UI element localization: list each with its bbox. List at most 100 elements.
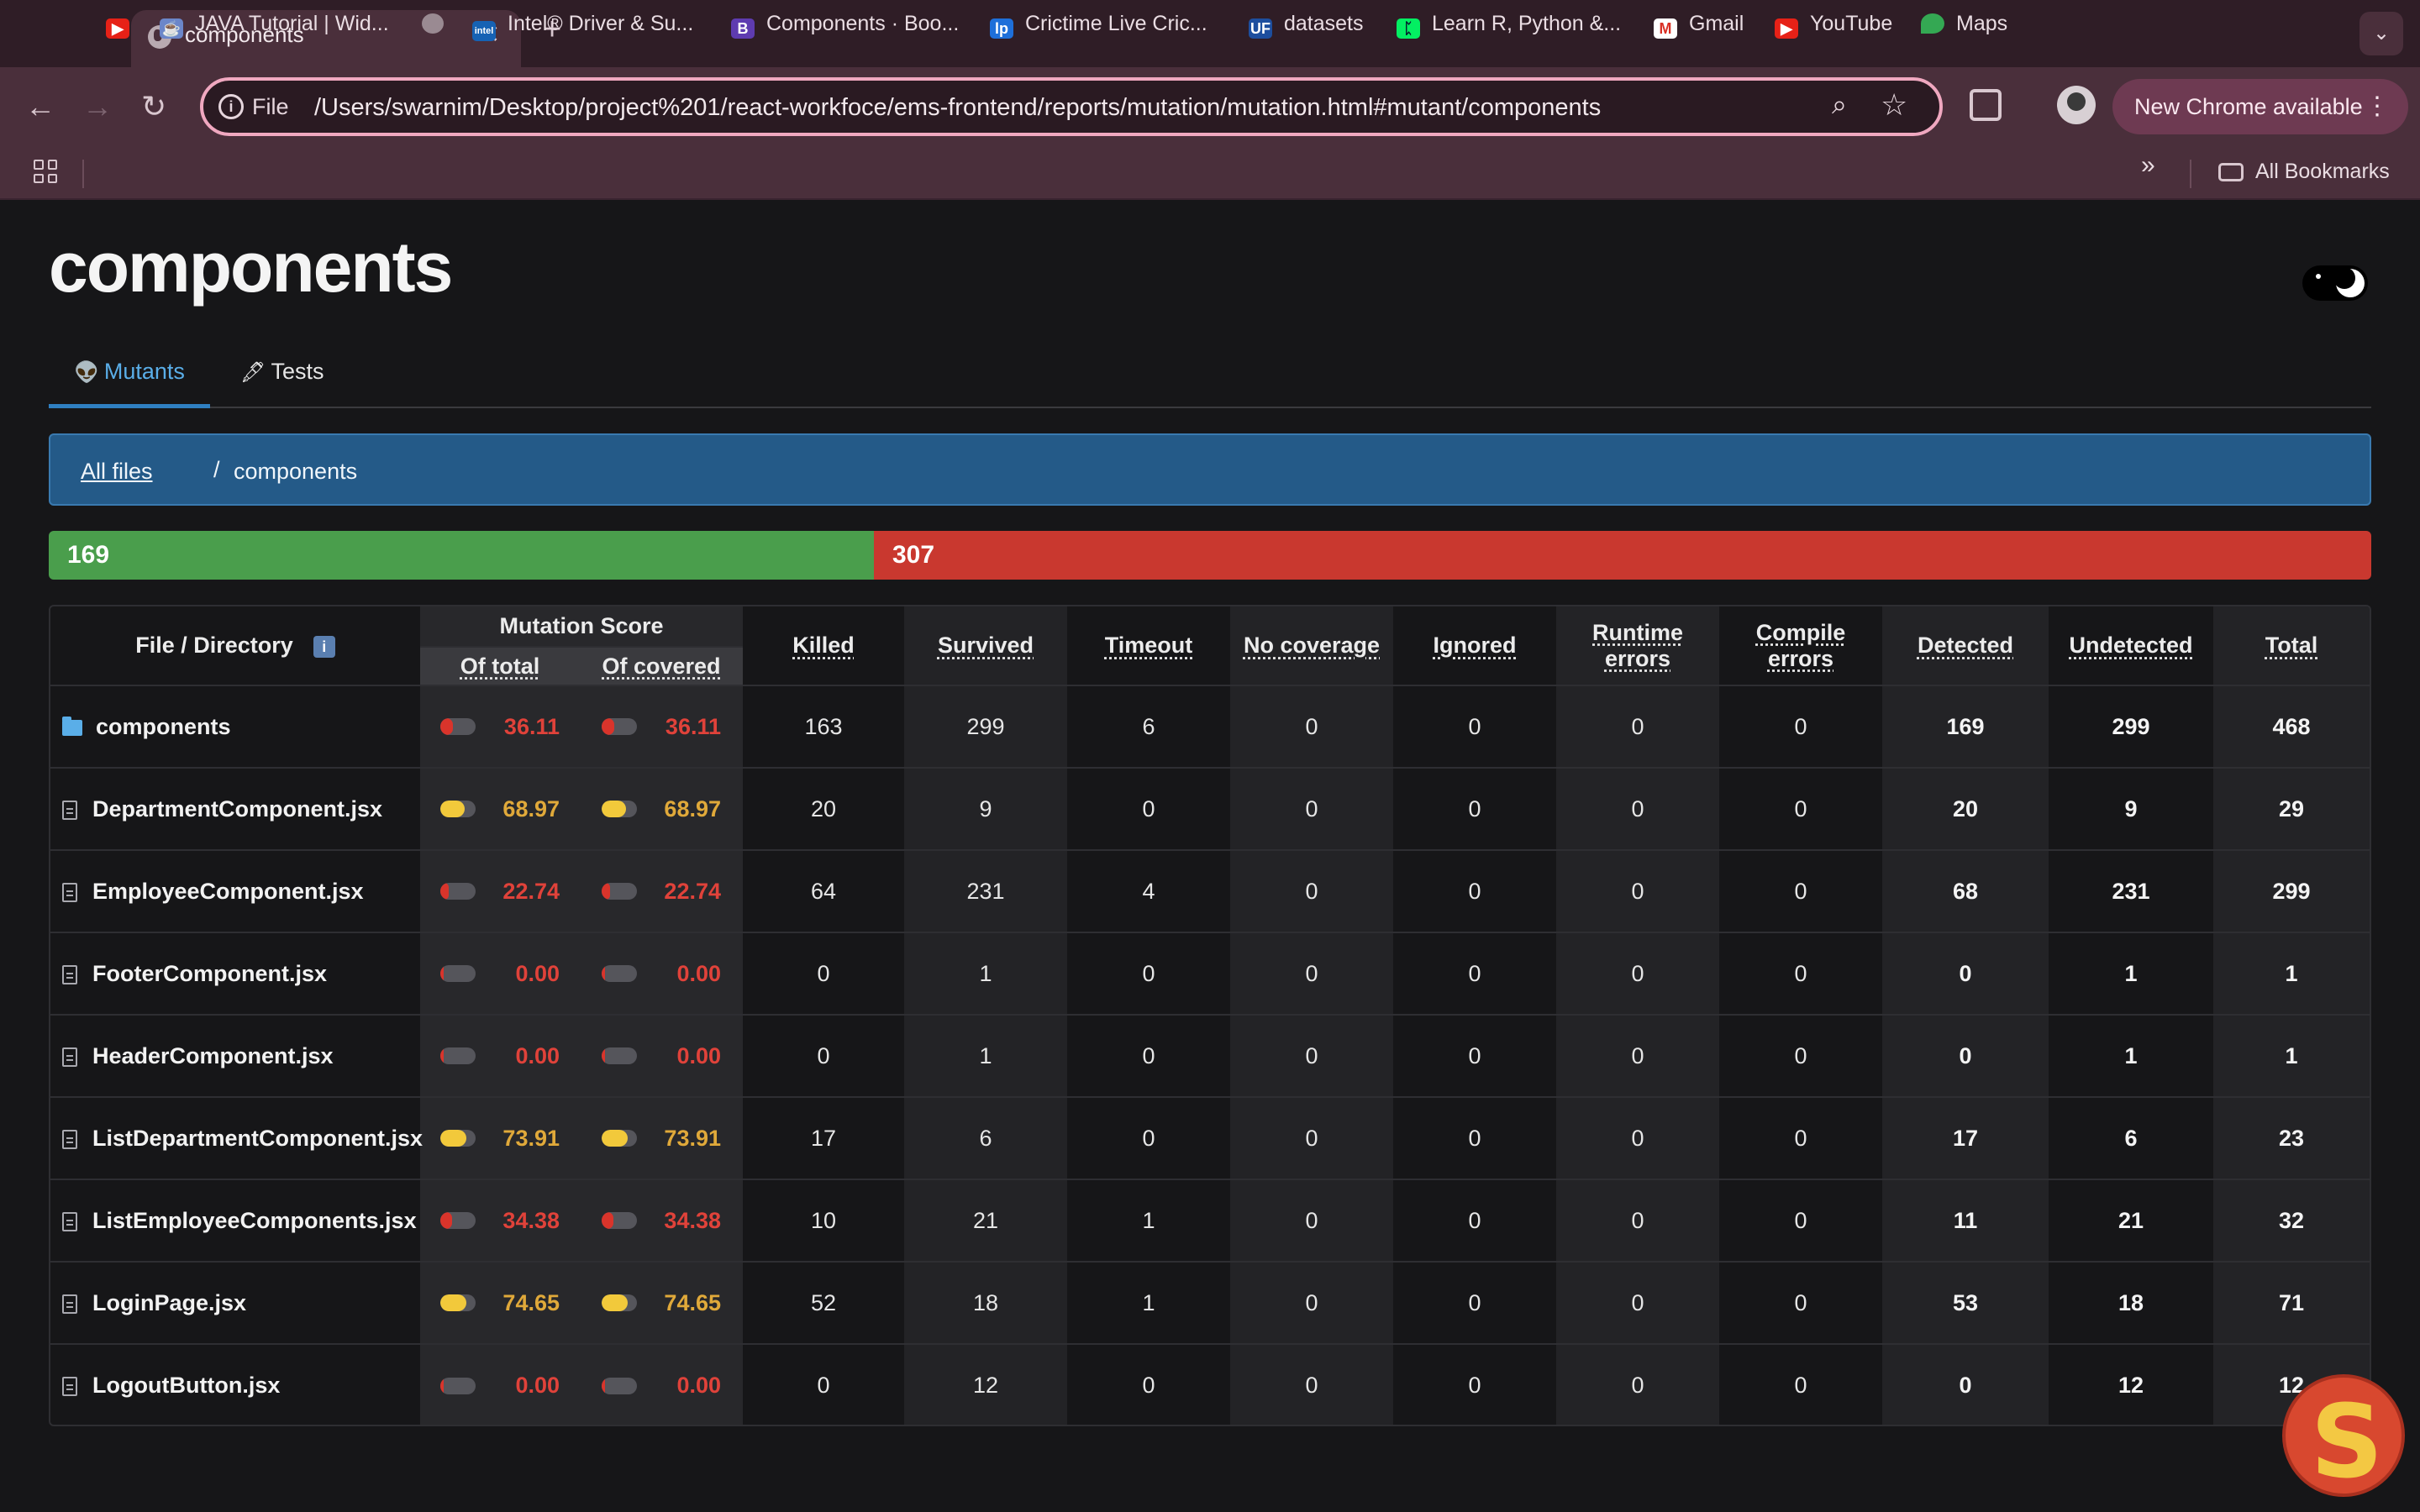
bookmark-datacamp[interactable]: ᛈ Learn R, Python &...: [1397, 12, 1621, 39]
site-info-icon[interactable]: i: [218, 94, 244, 119]
score-indicator: [440, 1377, 476, 1394]
file-icon: [62, 1047, 77, 1067]
file-name-cell[interactable]: components: [50, 685, 420, 769]
header-ignored[interactable]: Ignored: [1393, 606, 1557, 686]
bookmark-label: JAVA Tutorial | Wid...: [195, 12, 389, 35]
apps-grid-icon[interactable]: [34, 160, 57, 183]
file-name-cell[interactable]: LogoutButton.jsx: [50, 1344, 420, 1425]
url-text[interactable]: /Users/swarnim/Desktop/project%201/react…: [314, 94, 1601, 122]
maps-icon: [1921, 13, 1944, 34]
file-link[interactable]: EmployeeComponent.jsx: [92, 879, 364, 904]
file-name-cell[interactable]: ListEmployeeComponents.jsx: [50, 1179, 420, 1263]
undetected-segment: 307: [874, 531, 2371, 580]
bookmark-globe[interactable]: [422, 12, 455, 36]
breadcrumb: All files / components: [49, 433, 2371, 506]
tab-search-button[interactable]: ⌄: [2360, 12, 2403, 55]
file-name-cell[interactable]: HeaderComponent.jsx: [50, 1015, 420, 1098]
bookmark-java-tutorial[interactable]: ☕ JAVA Tutorial | Wid...: [160, 12, 389, 39]
cell-compile: 0: [1719, 850, 1883, 933]
cell-runtime: 0: [1556, 1015, 1720, 1098]
profile-avatar[interactable]: [2057, 86, 2096, 124]
header-survived[interactable]: Survived: [904, 606, 1068, 686]
zoom-icon[interactable]: ⌕: [1832, 89, 1847, 121]
score-of-total-cell: 74.65: [420, 1262, 580, 1345]
header-killed[interactable]: Killed: [743, 606, 905, 686]
header-of-total[interactable]: Of total: [420, 647, 580, 686]
file-name-cell[interactable]: LoginPage.jsx: [50, 1262, 420, 1345]
breadcrumb-all-files[interactable]: All files: [81, 459, 153, 485]
header-of-total-label: Of total: [460, 653, 540, 679]
new-chrome-button[interactable]: New Chrome available ⋮: [2112, 79, 2408, 134]
floating-s-badge[interactable]: S: [2282, 1374, 2405, 1497]
score-of-covered-cell: 68.97: [580, 768, 744, 851]
bookmark-datasets[interactable]: UF datasets: [1249, 12, 1364, 39]
page-title: components: [49, 228, 453, 307]
file-icon: [62, 964, 77, 984]
reload-button[interactable]: ↻: [141, 89, 166, 124]
cell-runtime: 0: [1556, 1179, 1720, 1263]
more-bookmarks-icon[interactable]: »: [2141, 151, 2155, 180]
cell-no-coverage: 0: [1230, 685, 1394, 769]
header-total[interactable]: Total: [2213, 606, 2370, 686]
file-link[interactable]: FooterComponent.jsx: [92, 961, 327, 986]
header-no-coverage[interactable]: No coverage: [1230, 606, 1394, 686]
cell-compile: 0: [1794, 1373, 1807, 1398]
file-link[interactable]: HeaderComponent.jsx: [92, 1043, 334, 1068]
back-button[interactable]: ←: [25, 89, 55, 124]
tab-mutants[interactable]: 👽 Mutants: [49, 353, 210, 408]
header-detected-label: Detected: [1917, 633, 2014, 658]
header-timeout[interactable]: Timeout: [1067, 606, 1231, 686]
bookmark-youtube-shortcut[interactable]: ▶: [106, 12, 141, 39]
bookmark-label: YouTube: [1810, 12, 1893, 35]
browser-toolbar: ← → ↻ i File /Users/swarnim/Desktop/proj…: [0, 67, 2420, 148]
score-of-total: 0.00: [515, 1042, 560, 1068]
kebab-menu-icon[interactable]: ⋮: [2365, 79, 2390, 134]
cell-ignored: 0: [1393, 932, 1557, 1016]
file-name-cell[interactable]: EmployeeComponent.jsx: [50, 850, 420, 933]
header-of-covered[interactable]: Of covered: [580, 647, 744, 686]
cell-killed: 64: [743, 850, 905, 933]
cell-survived: 1: [904, 1015, 1068, 1098]
score-of-total-cell: 0.00: [420, 1015, 580, 1098]
file-link[interactable]: components: [96, 714, 231, 739]
bookmarks-divider: [82, 160, 84, 188]
bookmark-intel-driver[interactable]: intel Intel® Driver & Su...: [472, 12, 693, 41]
tab-tests[interactable]: 🖋 Tests: [215, 353, 350, 408]
cell-runtime: 0: [1556, 1262, 1720, 1345]
file-link[interactable]: ListDepartmentComponent.jsx: [92, 1126, 423, 1151]
file-link[interactable]: ListEmployeeComponents.jsx: [92, 1208, 417, 1233]
uf-icon: UF: [1249, 18, 1272, 39]
bookmark-bootstrap-components[interactable]: B Components · Boo...: [731, 12, 959, 39]
score-indicator: [602, 1130, 637, 1147]
header-file-directory[interactable]: File / Directory i: [50, 606, 420, 686]
file-name-cell[interactable]: FooterComponent.jsx: [50, 932, 420, 1016]
java-icon: ☕: [160, 18, 183, 39]
header-detected[interactable]: Detected: [1882, 606, 2049, 686]
file-link[interactable]: LogoutButton.jsx: [92, 1373, 280, 1398]
info-icon[interactable]: i: [313, 635, 335, 658]
extensions-icon[interactable]: [1970, 89, 2002, 121]
file-link[interactable]: LoginPage.jsx: [92, 1290, 246, 1315]
bookmark-star-icon[interactable]: ☆: [1881, 87, 1907, 123]
address-bar[interactable]: i File /Users/swarnim/Desktop/project%20…: [200, 77, 1943, 136]
bookmark-crictime[interactable]: lp Crictime Live Cric...: [990, 12, 1207, 39]
bookmark-youtube[interactable]: ▶ YouTube: [1775, 12, 1892, 39]
file-name-cell[interactable]: ListDepartmentComponent.jsx: [50, 1097, 423, 1180]
score-of-total-cell: 0.00: [420, 932, 580, 1016]
score-of-total: 36.11: [503, 713, 560, 739]
cell-total: 71: [2213, 1262, 2370, 1345]
cell-survived: 12: [904, 1344, 1068, 1425]
header-undetected[interactable]: Undetected: [2049, 606, 2214, 686]
bookmark-gmail[interactable]: M Gmail: [1654, 12, 1744, 39]
all-bookmarks-button[interactable]: All Bookmarks: [2218, 160, 2390, 184]
forward-button[interactable]: →: [82, 89, 113, 124]
theme-toggle[interactable]: [2302, 265, 2368, 301]
score-of-covered-cell: 0.00: [580, 1344, 744, 1425]
header-runtime-errors[interactable]: Runtime errors: [1556, 606, 1720, 686]
cell-timeout: 0: [1067, 768, 1231, 851]
file-name-cell[interactable]: DepartmentComponent.jsx: [50, 768, 420, 851]
header-compile-errors[interactable]: Compile errors: [1719, 606, 1883, 686]
bookmark-maps[interactable]: Maps: [1921, 12, 2007, 36]
score-indicator: [602, 1294, 637, 1311]
file-link[interactable]: DepartmentComponent.jsx: [92, 796, 382, 822]
